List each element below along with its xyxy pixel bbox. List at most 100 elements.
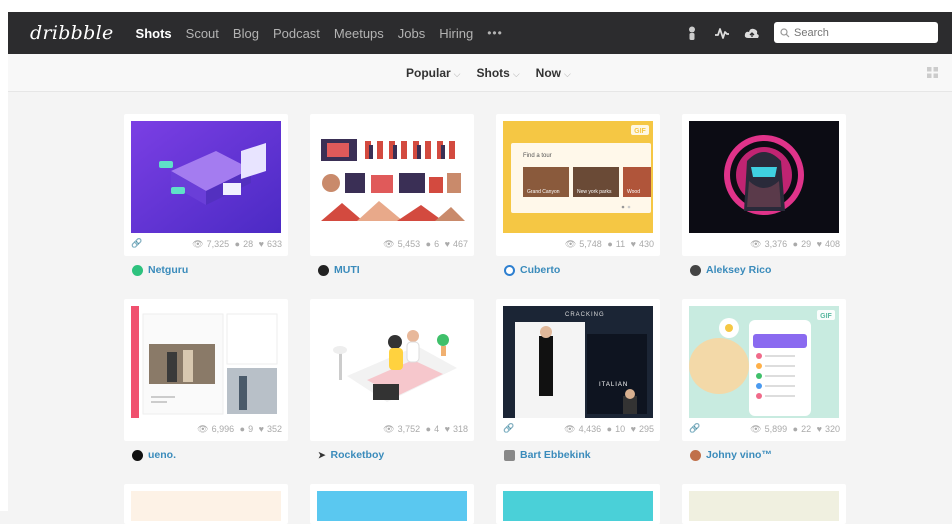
shot-thumbnail[interactable]	[317, 306, 467, 418]
nav-shots[interactable]: Shots	[136, 26, 172, 41]
nav-jobs[interactable]: Jobs	[398, 26, 425, 41]
comment-icon: ●	[234, 239, 241, 249]
stats-numbers: 👁 5,748 ● 11 ♥ 430	[562, 239, 654, 250]
shot-thumbnail[interactable]	[503, 491, 653, 521]
author-name[interactable]: Bart Ebbekink	[520, 449, 591, 461]
nav-hiring[interactable]: Hiring	[439, 26, 473, 41]
place-label: Wood	[627, 189, 640, 195]
chevron-down-icon: ⌵	[564, 69, 571, 79]
shot-thumbnail[interactable]: GIF Find a tour Grand Canyon New york pa…	[503, 121, 653, 233]
author-name[interactable]: Rocketboy	[331, 449, 385, 461]
nav-scout[interactable]: Scout	[186, 26, 219, 41]
activity-icon[interactable]	[714, 25, 730, 41]
place-label: New york parks	[577, 189, 612, 195]
shot-stats: 🔗 👁 5,899 ● 22 ♥ 320	[682, 423, 846, 437]
shot-card[interactable]: GIF Find a tour Grand Canyon New york pa…	[496, 114, 660, 256]
comment-icon: ●	[425, 424, 432, 434]
shot-author[interactable]: ➤ Rocketboy	[318, 449, 384, 461]
shot-card[interactable]: 👁 3,376 ● 29 ♥ 408	[682, 114, 846, 256]
more-menu-button[interactable]: •••	[487, 26, 503, 40]
shot-stats: 👁 5,748 ● 11 ♥ 430	[496, 238, 660, 252]
shot-card[interactable]: 🔗 👁 7,325 ● 28 ♥ 633	[124, 114, 288, 256]
comment-icon: ●	[239, 424, 246, 434]
heart-icon[interactable]: ♥	[445, 239, 450, 249]
shot-card[interactable]	[124, 484, 288, 524]
filter-shots[interactable]: Shots ⌵	[477, 66, 520, 80]
author-name[interactable]: MUTI	[334, 264, 360, 276]
author-name[interactable]: Cuberto	[520, 264, 560, 276]
shot-author[interactable]: Netguru	[132, 264, 188, 276]
shot-card[interactable]	[682, 484, 846, 524]
views-count: 3,376	[764, 239, 788, 249]
shot-thumbnail[interactable]	[317, 121, 467, 233]
stats-numbers: 👁 3,752 ● 4 ♥ 318	[380, 424, 468, 435]
filter-popular[interactable]: Popular ⌵	[406, 66, 461, 80]
shot-card[interactable]: 👁 5,453 ● 6 ♥ 467	[310, 114, 474, 256]
eye-icon: 👁	[750, 239, 762, 249]
eye-icon: 👁	[564, 239, 577, 249]
dribbble-logo[interactable]: dribbble	[30, 22, 114, 44]
shot-card[interactable]: 👁 3,752 ● 4 ♥ 318	[310, 299, 474, 441]
user-icon[interactable]	[684, 25, 700, 41]
shot-author[interactable]: ueno.	[132, 449, 176, 461]
comments-count: 9	[248, 424, 254, 434]
heart-icon[interactable]: ♥	[817, 239, 822, 249]
heart-icon[interactable]: ♥	[445, 424, 450, 434]
shot-card[interactable]: CRACKING ITALIAN 🔗 👁 4,436 ● 10 ♥ 295	[496, 299, 660, 441]
heart-icon[interactable]: ♥	[817, 424, 822, 434]
shot-thumbnail[interactable]	[689, 491, 839, 521]
shot-thumbnail[interactable]	[317, 491, 467, 521]
shot-thumbnail[interactable]	[689, 121, 839, 233]
shot-stats: 👁 6,996 ● 9 ♥ 352	[124, 423, 288, 437]
search-input[interactable]	[794, 26, 924, 39]
shot-card[interactable]: 👁 6,996 ● 9 ♥ 352	[124, 299, 288, 441]
link-icon: 🔗	[503, 423, 515, 433]
shot-author[interactable]: MUTI	[318, 264, 360, 276]
search-box[interactable]	[774, 22, 938, 43]
author-name[interactable]: Johny vino™	[706, 449, 772, 461]
shot-thumbnail[interactable]	[131, 121, 281, 233]
comments-count: 6	[434, 239, 440, 249]
shot-card[interactable]	[496, 484, 660, 524]
link-icon: 🔗	[689, 423, 701, 433]
nav-podcast[interactable]: Podcast	[273, 26, 320, 41]
nav-meetups[interactable]: Meetups	[334, 26, 384, 41]
upload-cloud-icon[interactable]	[744, 25, 760, 41]
likes-count: 318	[452, 424, 468, 434]
stats-numbers: 👁 4,436 ● 10 ♥ 295	[561, 424, 654, 435]
shot-author[interactable]: Johny vino™	[690, 449, 772, 461]
eye-icon: 👁	[192, 239, 204, 249]
heart-icon[interactable]: ♥	[259, 424, 264, 434]
shot-card[interactable]: GIF 🔗 👁 5,899 ● 22 ♥ 320	[682, 299, 846, 441]
shot-author[interactable]: Cuberto	[504, 264, 560, 276]
author-name[interactable]: ueno.	[148, 449, 176, 461]
nav-blog[interactable]: Blog	[233, 26, 259, 41]
gif-badge: GIF	[820, 313, 832, 320]
stats-numbers: 👁 5,453 ● 6 ♥ 467	[380, 239, 468, 250]
shot-thumbnail[interactable]: GIF	[689, 306, 839, 418]
user-tools	[684, 22, 938, 43]
stats-numbers: 👁 6,996 ● 9 ♥ 352	[194, 424, 282, 435]
comments-count: 10	[615, 424, 626, 434]
filter-now[interactable]: Now ⌵	[536, 66, 571, 80]
shot-stats: 👁 5,453 ● 6 ♥ 467	[310, 238, 474, 252]
shot-author[interactable]: Aleksey Rico	[690, 264, 771, 276]
shot-thumbnail[interactable]	[131, 306, 281, 418]
link-icon: 🔗	[131, 238, 143, 248]
author-name[interactable]: Netguru	[148, 264, 188, 276]
heart-icon[interactable]: ♥	[631, 424, 636, 434]
filter-popular-label: Popular	[406, 66, 451, 80]
eye-icon: 👁	[750, 424, 762, 434]
window-edge	[0, 0, 8, 511]
author-name[interactable]: Aleksey Rico	[706, 264, 771, 276]
gif-badge: GIF	[634, 128, 646, 135]
shot-thumbnail[interactable]	[131, 491, 281, 521]
shot-thumbnail[interactable]: CRACKING ITALIAN	[503, 306, 653, 418]
shot-author[interactable]: Bart Ebbekink	[504, 449, 591, 461]
heart-icon[interactable]: ♥	[631, 239, 636, 249]
likes-count: 320	[824, 424, 840, 434]
heart-icon[interactable]: ♥	[259, 239, 264, 249]
comments-count: 22	[801, 424, 812, 434]
shot-card[interactable]	[310, 484, 474, 524]
grid-view-icon[interactable]	[927, 67, 938, 78]
